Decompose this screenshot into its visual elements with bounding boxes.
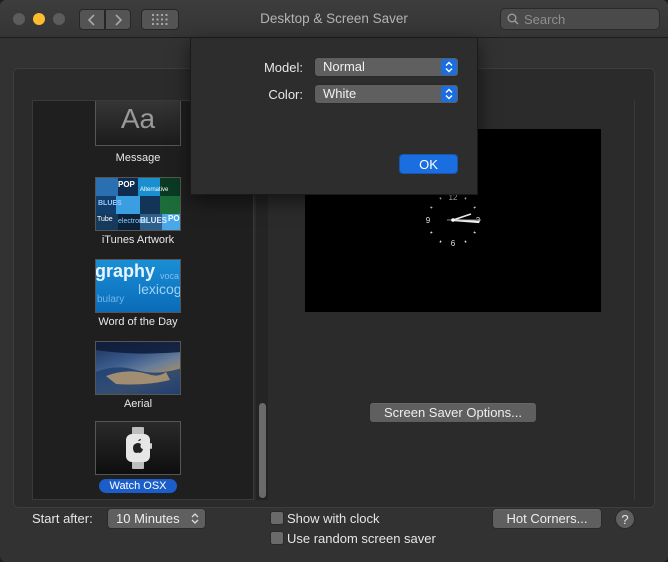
color-label: Color:	[268, 87, 303, 102]
module-label-selected: Watch OSX	[33, 479, 243, 493]
show-with-clock-label[interactable]: Show with clock	[287, 511, 379, 526]
module-word-of-the-day[interactable]: graphy voca lexicog bulary Word of the D…	[33, 259, 253, 335]
word-of-the-day-thumbnail: graphy voca lexicog bulary	[95, 259, 181, 313]
thumb-word: voca	[160, 271, 180, 281]
start-after-value: 10 Minutes	[116, 511, 180, 526]
tile-label: POP	[118, 180, 135, 189]
title-bar[interactable]: Desktop & Screen Saver	[0, 0, 668, 38]
color-value: White	[323, 86, 357, 101]
module-aerial[interactable]: Aerial	[33, 341, 253, 417]
clock-number: 3	[476, 216, 481, 225]
search-input[interactable]	[524, 11, 654, 27]
use-random-checkbox[interactable]	[270, 531, 284, 545]
show-with-clock-checkbox[interactable]	[270, 511, 284, 525]
aerial-earth-image	[96, 342, 180, 394]
itunes-artwork-thumbnail: POP Alternative BLUES Tube electronic BL…	[95, 177, 181, 231]
thumb-word: lexicog	[138, 281, 181, 297]
apple-watch-icon	[126, 427, 152, 469]
tile-label: Tube	[97, 216, 113, 223]
color-popup[interactable]: White	[314, 84, 459, 104]
selected-module-name: Watch OSX	[99, 479, 177, 493]
tile-label: electronic	[118, 218, 148, 225]
module-label: Aerial	[123, 398, 153, 410]
help-button[interactable]: ?	[615, 509, 635, 529]
use-random-label[interactable]: Use random screen saver	[287, 531, 436, 546]
model-label: Model:	[263, 60, 303, 75]
start-after-label: Start after:	[32, 511, 93, 526]
module-label: Word of the Day	[98, 316, 178, 328]
screen-saver-options-button[interactable]: Screen Saver Options...	[369, 402, 537, 423]
tile-label: Alternative	[140, 187, 169, 193]
message-thumb-text: Aa	[120, 103, 156, 134]
start-after-select[interactable]: 10 Minutes	[107, 508, 206, 529]
search-icon	[507, 13, 519, 25]
thumb-word: bulary	[97, 294, 125, 305]
module-watch-osx[interactable]: Watch OSX	[33, 421, 253, 499]
message-thumbnail: Aa	[95, 101, 181, 146]
popup-arrows-icon	[441, 86, 457, 102]
watch-osx-thumbnail	[95, 421, 181, 475]
clock-number: 9	[426, 216, 431, 225]
ok-button[interactable]: OK	[399, 154, 458, 174]
aerial-thumbnail	[95, 341, 181, 395]
scroll-thumb[interactable]	[259, 403, 266, 498]
hot-corners-button[interactable]: Hot Corners...	[492, 508, 602, 529]
thumb-word: graphy	[95, 261, 156, 281]
clock-number: 6	[451, 239, 456, 248]
tile-label: BLUES	[98, 200, 122, 207]
popup-arrows-icon	[191, 513, 199, 524]
module-label: iTunes Artwork	[101, 234, 175, 246]
model-popup[interactable]: Normal	[314, 57, 459, 77]
search-field[interactable]	[500, 8, 660, 30]
tile-label: POP	[168, 214, 180, 223]
model-value: Normal	[323, 59, 365, 74]
options-sheet: Model: Normal Color: White OK	[190, 38, 478, 195]
popup-arrows-icon	[441, 59, 457, 75]
preferences-window: Desktop & Screen Saver Aa Message	[0, 0, 668, 562]
